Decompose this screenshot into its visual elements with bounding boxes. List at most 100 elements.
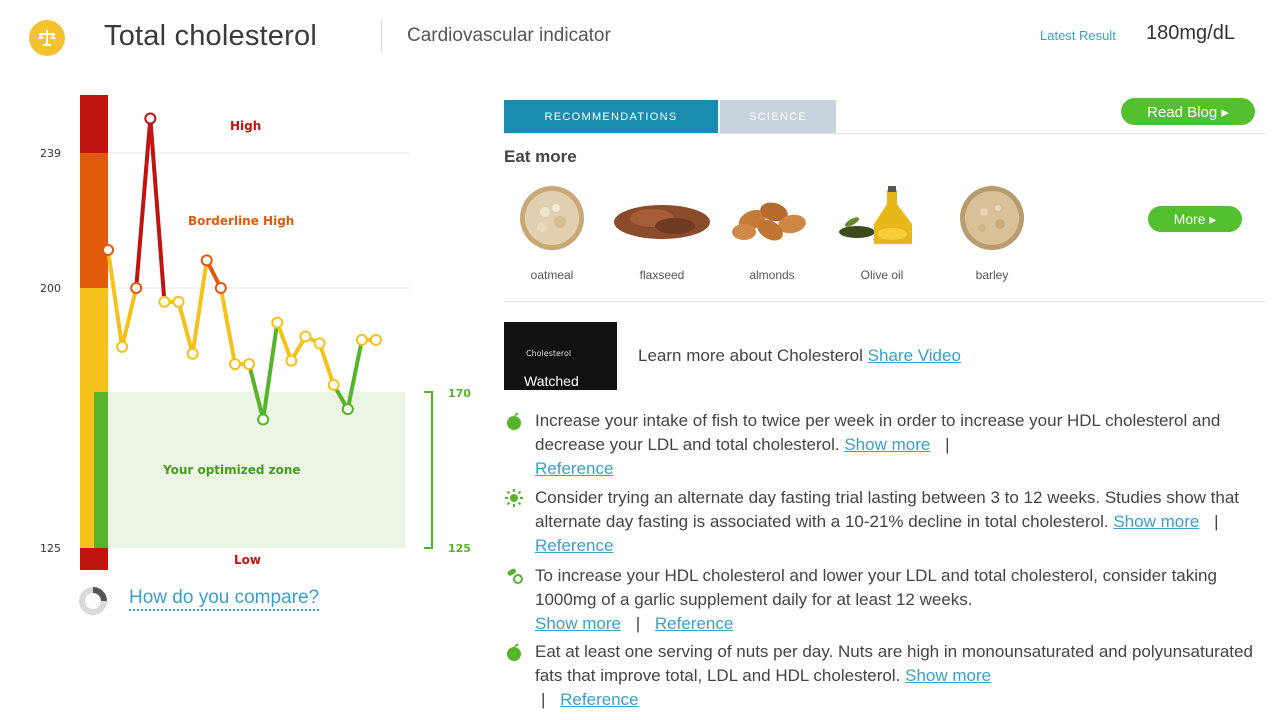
food-label-almonds: almonds (749, 268, 795, 282)
video-caption: Learn more about Cholesterol Share Video (638, 346, 961, 366)
recommendation-text-block: To increase your HDL cholesterol and low… (535, 564, 1265, 636)
series-segment (317, 341, 336, 387)
food-label-oatmeal: oatmeal (530, 268, 574, 282)
series-segment (148, 116, 167, 304)
apple-icon (507, 643, 521, 661)
band-high (80, 95, 108, 153)
almonds-icon (732, 202, 806, 241)
data-point[interactable] (299, 330, 312, 343)
link-separator: | (541, 690, 546, 709)
data-point[interactable] (257, 413, 270, 426)
food-item-oatmeal[interactable] (497, 182, 607, 252)
donut-chart-icon (79, 587, 107, 615)
zone-label-high: High (230, 119, 261, 133)
zone-label-optimized: Your optimized zone (162, 463, 301, 477)
data-point[interactable] (130, 282, 143, 294)
data-point[interactable] (116, 340, 129, 353)
series-segment (275, 320, 294, 363)
tab-science[interactable]: SCIENCE (720, 100, 836, 133)
olive-oil-icon (839, 186, 912, 244)
reference-link[interactable]: Reference (560, 690, 638, 709)
band-optimal (94, 392, 108, 548)
balance-scale-icon (29, 20, 65, 56)
header-divider (381, 20, 382, 52)
food-item-flaxseed[interactable] (607, 182, 717, 252)
video-caption-text: Learn more about Cholesterol (638, 346, 863, 365)
page-title: Total cholesterol (104, 20, 317, 52)
data-point[interactable] (285, 354, 298, 367)
cholesterol-history-chart: 239 200 125 170 125 High Borderline High… (40, 95, 471, 570)
tick-label-170: 170 (448, 387, 471, 400)
data-point[interactable] (370, 333, 382, 346)
share-video-link[interactable]: Share Video (868, 346, 961, 365)
show-more-link[interactable]: Show more (905, 666, 991, 685)
barley-icon (960, 186, 1024, 250)
tab-recommendations[interactable]: RECOMMENDATIONS (504, 100, 718, 133)
reference-link[interactable]: Reference (535, 459, 613, 478)
band-borderline (80, 153, 108, 288)
zone-label-borderline: Borderline High (188, 214, 294, 228)
series-segment (106, 247, 125, 349)
apple-icon (507, 412, 521, 430)
read-blog-button[interactable]: Read Blog ▸ (1121, 98, 1255, 125)
data-point[interactable] (214, 282, 227, 294)
pills-icon (507, 568, 523, 584)
latest-result-value: 180mg/dL (1146, 22, 1235, 44)
tick-label-125-right: 125 (448, 542, 471, 555)
data-point[interactable] (158, 295, 171, 308)
watched-badge: Watched (524, 373, 579, 389)
data-point[interactable] (327, 378, 340, 391)
series-segment (176, 299, 195, 356)
show-more-link[interactable]: Show more (535, 614, 621, 633)
tick-label-125: 125 (40, 542, 61, 555)
page-header: Total cholesterol Cardiovascular indicat… (0, 0, 1280, 74)
data-point[interactable] (172, 295, 185, 308)
optimal-range-bracket (424, 391, 433, 549)
tick-label-239: 239 (40, 147, 61, 160)
zone-label-low: Low (234, 553, 261, 567)
recommendation-text: To increase your HDL cholesterol and low… (535, 566, 1217, 609)
tick-label-200: 200 (40, 282, 61, 295)
food-item-almonds[interactable] (717, 182, 827, 252)
reference-link[interactable]: Reference (655, 614, 733, 633)
link-separator: | (1214, 512, 1219, 531)
compare-section: How do you compare? (78, 584, 398, 616)
data-point[interactable] (243, 358, 256, 371)
recommendation-text-block: Eat at least one serving of nuts per day… (535, 640, 1265, 712)
food-label-barley: barley (975, 268, 1009, 282)
data-point[interactable] (186, 347, 199, 360)
series-segment (120, 286, 139, 349)
video-thumbnail[interactable]: Cholesterol Watched (504, 322, 617, 390)
food-item-olive-oil[interactable] (827, 182, 937, 252)
series-segment (190, 258, 209, 356)
data-point[interactable] (200, 254, 213, 267)
food-label-olive-oil: Olive oil (860, 268, 904, 282)
sun-icon (505, 489, 523, 507)
data-point[interactable] (228, 358, 241, 371)
series-segment (134, 116, 153, 290)
how-do-you-compare-link[interactable]: How do you compare? (129, 587, 320, 611)
show-more-link[interactable]: Show more (844, 435, 930, 454)
data-point[interactable] (144, 112, 157, 125)
series-line-group (102, 112, 382, 426)
flaxseed-icon (614, 205, 710, 239)
recommendation-text-block: Consider trying an alternate day fasting… (535, 486, 1265, 558)
more-foods-button[interactable]: More ▸ (1148, 206, 1242, 232)
video-thumb-title: Cholesterol (526, 349, 572, 358)
section-divider (504, 301, 1266, 302)
band-low (80, 548, 108, 570)
recommendation-text: Eat at least one serving of nuts per day… (535, 642, 1253, 685)
food-item-barley[interactable] (937, 182, 1047, 252)
series-segment (218, 286, 237, 367)
recommendation-text-block: Increase your intake of fish to twice pe… (535, 409, 1265, 481)
eat-more-heading: Eat more (504, 147, 577, 166)
data-point[interactable] (313, 337, 326, 350)
link-separator: | (635, 614, 641, 633)
data-point[interactable] (355, 333, 368, 346)
data-point[interactable] (271, 316, 284, 329)
data-point[interactable] (102, 243, 114, 256)
reference-link[interactable]: Reference (535, 536, 613, 555)
data-point[interactable] (341, 403, 354, 416)
show-more-link[interactable]: Show more (1113, 512, 1199, 531)
page-subtitle: Cardiovascular indicator (407, 25, 611, 46)
